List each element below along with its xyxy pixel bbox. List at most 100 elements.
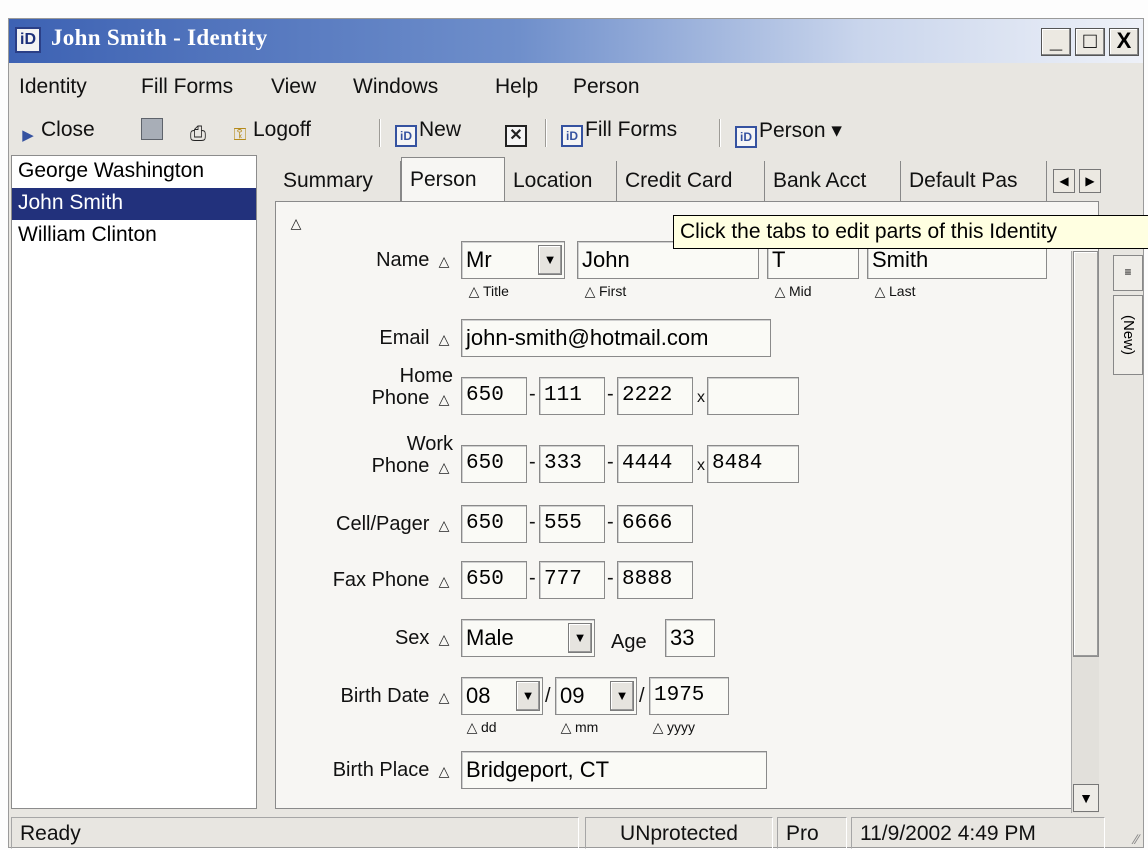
sex-label: Sex △ [309, 627, 453, 650]
lock-icon: △ [438, 391, 450, 407]
tab-credit-card[interactable]: Credit Card [617, 161, 765, 201]
printer-icon: ⎙ [190, 123, 206, 145]
lock-icon: △ [438, 517, 450, 533]
dd-sublabel: △ dd [463, 719, 497, 736]
menu-bar: Identity Fill Forms View Windows Help Pe… [9, 71, 1143, 105]
print-button[interactable]: ⎙ [187, 118, 211, 145]
home-phone-line[interactable]: 2222 [617, 377, 693, 415]
tab-scroll-right-icon[interactable]: ▶ [1079, 169, 1101, 193]
protection-status: UNprotected [585, 817, 773, 849]
birth-place-label: Birth Place △ [289, 759, 453, 782]
scroll-down-icon[interactable]: ▼ [1073, 784, 1099, 812]
work-phone-ext[interactable]: 8484 [707, 445, 799, 483]
date-slash: / [639, 685, 645, 707]
age-input[interactable]: 33 [665, 619, 715, 657]
menu-view[interactable]: View [271, 75, 316, 99]
tab-location[interactable]: Location [505, 161, 617, 201]
toolbar-separator [719, 119, 721, 147]
cell-prefix[interactable]: 555 [539, 505, 605, 543]
status-bar: Ready UNprotected Pro 11/9/2002 4:49 PM … [9, 815, 1143, 849]
last-sublabel: △ Last [871, 283, 916, 300]
scroll-thumb[interactable] [1073, 251, 1099, 657]
menu-person[interactable]: Person [573, 75, 640, 99]
identity-new-icon: iD [395, 125, 417, 147]
chevron-down-icon: ▼ [568, 623, 592, 653]
fax-area[interactable]: 650 [461, 561, 527, 599]
home-phone-prefix[interactable]: 111 [539, 377, 605, 415]
phone-dash: - [529, 511, 536, 533]
lock-icon[interactable]: △ [287, 215, 305, 232]
tab-default-pas[interactable]: Default Pas [901, 161, 1047, 201]
side-tab-collapsed[interactable]: ≡ [1113, 255, 1143, 291]
delete-button[interactable]: ✕ [505, 118, 529, 147]
lock-icon: △ [438, 631, 450, 647]
menu-windows[interactable]: Windows [353, 75, 438, 99]
minimize-button[interactable]: _ [1041, 28, 1071, 56]
title-select[interactable]: Mr ▼ [461, 241, 565, 279]
tabs-tooltip: Click the tabs to edit parts of this Ide… [673, 215, 1148, 249]
fax-line[interactable]: 8888 [617, 561, 693, 599]
birth-year-input[interactable]: 1975 [649, 677, 729, 715]
sex-select[interactable]: Male ▼ [461, 619, 595, 657]
phone-dash: - [529, 383, 536, 405]
identity-list: George Washington John Smith William Cli… [11, 155, 257, 809]
maximize-button[interactable]: □ [1075, 28, 1105, 56]
phone-dash: - [529, 451, 536, 473]
close-door-icon: ▶ [22, 127, 34, 144]
birth-month-select[interactable]: 09 ▼ [555, 677, 637, 715]
toolbar: ▶ Close ⎙ ⚿ Logoff iD New ✕ iD Fill Forms iD… [9, 115, 1143, 149]
lock-icon: △ [438, 689, 450, 705]
cell-line[interactable]: 6666 [617, 505, 693, 543]
fill-forms-button[interactable]: iD Fill Forms [561, 118, 677, 147]
age-label: Age [611, 631, 647, 653]
menu-help[interactable]: Help [495, 75, 538, 99]
close-window-button[interactable]: X [1109, 28, 1139, 56]
phone-dash: - [529, 567, 536, 589]
resize-grip-icon[interactable]: ∕∕ [1134, 831, 1139, 847]
menu-fill-forms[interactable]: Fill Forms [141, 75, 233, 99]
work-phone-prefix[interactable]: 333 [539, 445, 605, 483]
new-label: New [419, 118, 462, 141]
birth-place-input[interactable]: Bridgeport, CT [461, 751, 767, 789]
logoff-button[interactable]: ⚿ Logoff [229, 118, 311, 146]
fax-prefix[interactable]: 777 [539, 561, 605, 599]
tab-bank-acct[interactable]: Bank Acct [765, 161, 901, 201]
fax-phone-label: Fax Phone △ [299, 569, 453, 592]
status-text: Ready [11, 817, 579, 849]
person-dropdown-button[interactable]: iD Person ▾ [735, 118, 842, 148]
home-phone-area[interactable]: 650 [461, 377, 527, 415]
work-phone-line[interactable]: 4444 [617, 445, 693, 483]
email-field[interactable]: john-smith@hotmail.com [461, 319, 771, 357]
new-identity-button[interactable]: iD New [395, 118, 461, 147]
person-label: Person ▾ [759, 119, 842, 142]
tab-person[interactable]: Person [401, 157, 505, 201]
toolbar-separator [379, 119, 381, 147]
phone-dash: - [607, 383, 614, 405]
tab-scroll-left-icon[interactable]: ◀ [1053, 169, 1075, 193]
tab-strip: Summary Person Location Credit Card Bank… [275, 157, 1135, 201]
title-bar[interactable]: iD John Smith - Identity _ □ X [9, 19, 1143, 63]
work-phone-area[interactable]: 650 [461, 445, 527, 483]
list-item[interactable]: William Clinton [12, 220, 256, 252]
first-sublabel: △ First [581, 283, 627, 300]
phone-dash: - [607, 511, 614, 533]
list-item[interactable]: George Washington [12, 156, 256, 188]
vertical-scrollbar[interactable]: ▼ [1071, 251, 1099, 813]
edition-status: Pro [777, 817, 847, 849]
list-item-selected[interactable]: John Smith [12, 188, 256, 220]
side-tab-new[interactable]: (New) [1113, 295, 1143, 375]
lock-icon: △ [874, 283, 886, 299]
datetime-status: 11/9/2002 4:49 PM [851, 817, 1105, 849]
name-label: Name △ [309, 249, 453, 272]
menu-identity[interactable]: Identity [19, 75, 87, 99]
cell-area[interactable]: 650 [461, 505, 527, 543]
save-button[interactable] [141, 118, 165, 142]
identity-person-icon: iD [735, 126, 757, 148]
close-identity-button[interactable]: ▶ Close [17, 118, 94, 147]
lock-icon: △ [438, 253, 450, 269]
home-phone-ext[interactable] [707, 377, 799, 415]
home-phone-label: Home Phone △ [371, 365, 453, 409]
tab-summary[interactable]: Summary [275, 161, 401, 201]
mid-sublabel: △ Mid [771, 283, 812, 300]
birth-day-select[interactable]: 08 ▼ [461, 677, 543, 715]
